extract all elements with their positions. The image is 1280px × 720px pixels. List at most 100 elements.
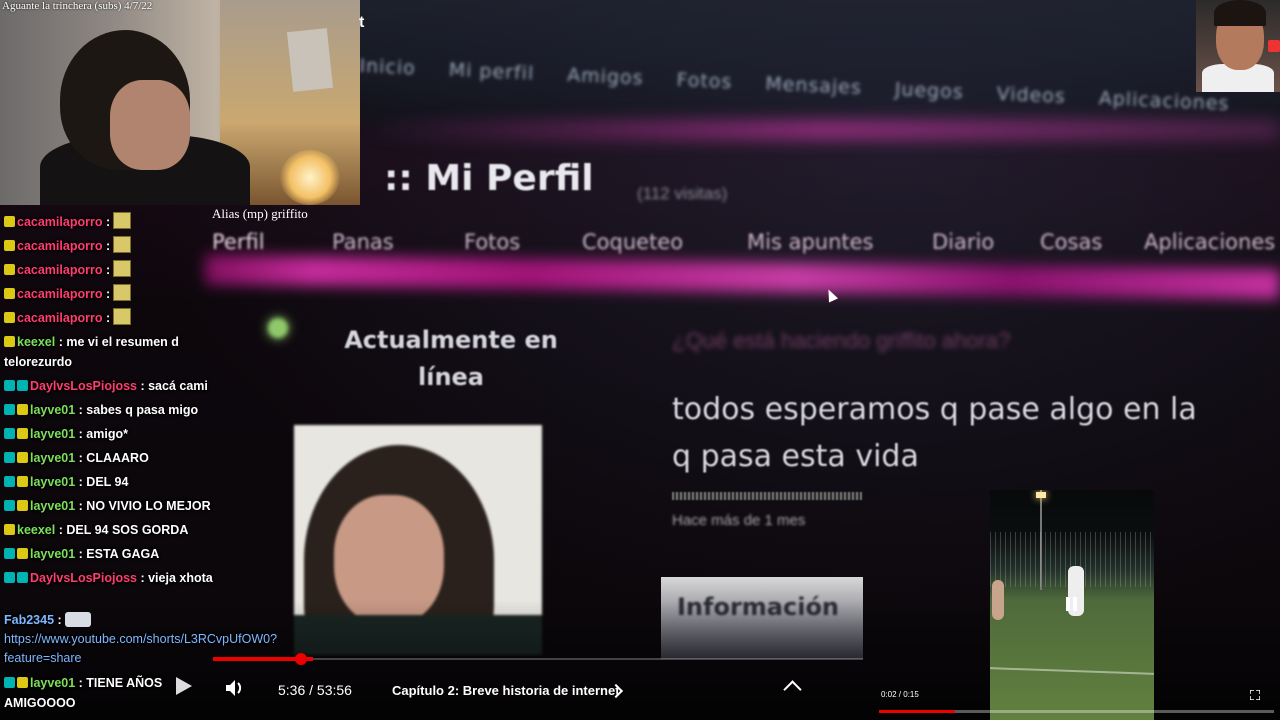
time-display: 5:36 / 53:56 (278, 682, 352, 698)
tab-coqueteo: Coqueteo (582, 230, 684, 254)
chat-username[interactable]: layve01 (30, 451, 75, 465)
divider (672, 492, 862, 500)
chat-text: : (102, 215, 111, 229)
streamer-alias: Alias (mp) griffito (212, 206, 308, 221)
top-nav-item: Mensajes (764, 72, 863, 99)
top-nav-item: Fotos (676, 68, 733, 94)
pause-icon[interactable] (1066, 597, 1078, 611)
chat-username[interactable]: cacamilaporro (17, 263, 102, 277)
status-quote-line2: q pasa esta vida (672, 439, 919, 474)
chat-message: layve01 : NO VIVIO LO MEJOR (4, 496, 216, 516)
chat-text: : sacá cami (137, 379, 208, 393)
subscriber-badge-icon (17, 452, 28, 463)
red-badge (1268, 40, 1280, 52)
chat-message: layve01 : sabes q pasa migo (4, 400, 216, 420)
chat-text: : (102, 263, 111, 277)
mod-badge-icon (4, 404, 15, 415)
chat-username[interactable]: layve01 (30, 403, 75, 417)
emote-icon (113, 260, 132, 277)
status-question: ¿Qué está haciendo griffito ahora? (672, 328, 1011, 353)
chat-message: keexel : me vi el resumen d telorezurdo (4, 332, 216, 372)
chat-message: layve01 : amigo* (4, 424, 216, 444)
chat-username[interactable]: keexel (17, 335, 55, 349)
top-nav-item: Amigos (566, 64, 645, 90)
chat-message: cacamilaporro : (4, 212, 216, 232)
chat-message: DaylvsLosPiojoss : sacá cami (4, 376, 216, 396)
corner-letter: t (359, 14, 365, 31)
stream-title: Aguante la trinchera (subs) 4/7/22 (2, 0, 153, 12)
emote-icon (113, 212, 132, 229)
chat-message: layve01 : ESTA GAGA (4, 544, 216, 564)
chat-username[interactable]: DaylvsLosPiojoss (30, 571, 137, 585)
top-nav-item: Juegos (894, 78, 965, 104)
mod-badge-icon (4, 677, 15, 688)
chat-text: : vieja xhota (137, 571, 213, 585)
chat-message: keexel : DEL 94 SOS GORDA (4, 520, 216, 540)
chat-text: : DEL 94 (75, 475, 129, 489)
emote-icon (64, 612, 91, 627)
emote-icon (113, 236, 132, 253)
subscriber-badge-icon (4, 524, 15, 535)
mod-badge-icon (4, 476, 15, 487)
top-nav-item: Videos (996, 82, 1067, 108)
chat-text: : NO VIVIO LO MEJOR (75, 499, 211, 513)
chat-username[interactable]: cacamilaporro (17, 239, 102, 253)
chat-username[interactable]: layve01 (30, 499, 75, 513)
site-top-nav: Inicio Mi perfil Amigos Fotos Mensajes J… (357, 55, 1259, 164)
chat-text: : sabes q pasa migo (75, 403, 199, 417)
fullscreen-icon[interactable] (1250, 690, 1260, 700)
chat-username[interactable]: cacamilaporro (17, 215, 102, 229)
chat-text: : (102, 287, 111, 301)
chat-message: https://www.youtube.com/shorts/L3RCvpUfO… (4, 630, 277, 668)
chat-username[interactable]: layve01 (30, 427, 75, 441)
chat-message: layve01 : CLAAARO (4, 448, 216, 468)
webcam-overlay: Aguante la trinchera (subs) 4/7/22 (0, 0, 360, 205)
tab-perfil: Perfil (212, 230, 265, 254)
chat-username[interactable]: layve01 (30, 547, 75, 561)
subscriber-badge-icon (4, 288, 15, 299)
chat-text: : ESTA GAGA (75, 547, 160, 561)
chat-message: layve01 : DEL 94 (4, 472, 216, 492)
subscriber-badge-icon (4, 240, 15, 251)
chat-text: : amigo* (75, 427, 128, 441)
subscriber-badge-icon (17, 428, 28, 439)
mod-badge-icon (4, 380, 15, 391)
chat-username[interactable]: DaylvsLosPiojoss (30, 379, 137, 393)
subscriber-badge-icon (4, 216, 15, 227)
tab-bar-highlight (204, 254, 1280, 300)
chat-username[interactable]: layve01 (30, 475, 75, 489)
chat-username[interactable]: layve01 (30, 676, 75, 690)
online-status-line1: Actualmente en (344, 326, 558, 354)
emote-icon (113, 308, 132, 325)
subscriber-badge-icon (4, 312, 15, 323)
mini-progress-fill (879, 710, 955, 713)
subscriber-badge-icon (17, 404, 28, 415)
progress-handle[interactable] (295, 653, 307, 665)
chat-username[interactable]: keexel (17, 523, 55, 537)
online-status-line2: línea (417, 363, 484, 391)
mini-video-time: 0:02 / 0:15 (881, 690, 919, 699)
mod-badge-icon (4, 428, 15, 439)
subscriber-badge-icon (4, 264, 15, 275)
profile-title: :: Mi Perfil (384, 158, 594, 199)
chapter-title[interactable]: Capítulo 2: Breve historia de internet (392, 683, 620, 698)
play-icon[interactable] (176, 677, 192, 695)
mod-badge-icon (17, 572, 28, 583)
mod-badge-icon (4, 500, 15, 511)
chat-text: : (102, 311, 111, 325)
chat-username[interactable]: cacamilaporro (17, 311, 102, 325)
volume-icon[interactable] (224, 678, 246, 698)
progress-track[interactable] (313, 658, 863, 660)
profile-visits: (112 visitas) (637, 184, 728, 203)
emote-icon (113, 284, 132, 301)
online-status-dot (268, 318, 288, 338)
chat-username[interactable]: Fab2345 (4, 613, 54, 627)
tab-cosas: Cosas (1040, 230, 1103, 254)
chat-overlay: cacamilaporro : cacamilaporro : cacamilapo… (0, 210, 277, 720)
chat-message: cacamilaporro : (4, 308, 216, 328)
chat-username[interactable]: cacamilaporro (17, 287, 102, 301)
profile-tabs: Perfil Panas Fotos Coqueteo Mis apuntes … (212, 230, 1280, 260)
chat-message: DaylvsLosPiojoss : vieja xhota (4, 568, 216, 588)
tab-diario: Diario (932, 230, 995, 254)
chat-message: cacamilaporro : (4, 236, 216, 256)
